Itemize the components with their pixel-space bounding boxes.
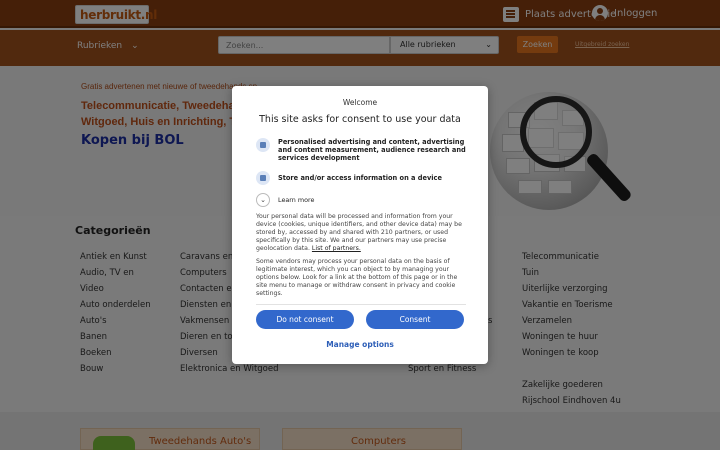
purpose-text: Personalised advertising and content, ad… [278,138,466,162]
purpose-storage: Store and/or access information on a dev… [256,171,476,185]
consent-title: This site asks for consent to use your d… [259,114,461,125]
purpose-text: Store and/or access information on a dev… [278,174,442,182]
consent-welcome: Welcome [342,98,378,107]
partners-link[interactable]: List of partners. [312,245,361,252]
learn-more-toggle[interactable]: ⌄ Learn more [256,193,314,207]
consent-paragraph-1: Your personal data will be processed and… [256,213,468,253]
chevron-down-icon: ⌄ [256,193,270,207]
consent-button[interactable]: Consent [366,310,464,329]
learn-more-label: Learn more [278,196,315,204]
purpose-personalised: Personalised advertising and content, ad… [256,138,476,162]
device-icon [256,171,270,185]
do-not-consent-button[interactable]: Do not consent [256,310,354,329]
manage-options-button[interactable]: Manage options [232,340,488,349]
consent-paragraph-2: Some vendors may process your personal d… [256,258,458,297]
divider [256,304,466,305]
consent-dialog: Welcome This site asks for consent to us… [232,86,488,364]
person-icon [256,138,270,152]
